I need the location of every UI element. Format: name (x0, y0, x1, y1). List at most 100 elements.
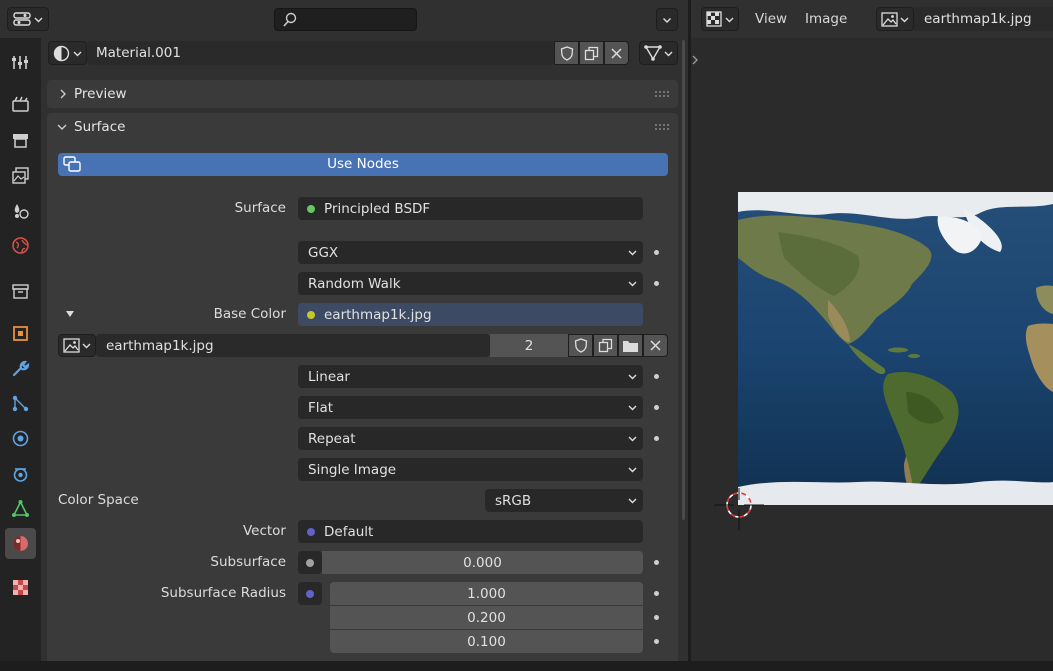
surface-shader-field[interactable]: Principled BSDF (298, 197, 643, 220)
subsurface-slider[interactable]: 0.000 (322, 551, 643, 574)
keyframe-dot-icon[interactable] (654, 560, 659, 565)
vector-value: Default (324, 523, 374, 540)
tab-object[interactable] (5, 318, 36, 349)
preview-panel-header[interactable]: Preview (47, 80, 678, 108)
image-icon (881, 11, 898, 27)
image-editor-header: View Image earthmap1k.jpg (691, 0, 1053, 38)
checker-image-icon (706, 11, 722, 27)
tab-data[interactable] (5, 493, 36, 524)
vector-field[interactable]: Default (298, 520, 643, 543)
properties-scrollbar[interactable] (682, 40, 685, 520)
material-browse-button[interactable] (48, 41, 87, 65)
subsurface-radius-z[interactable]: 0.100 (330, 630, 643, 653)
image-users-count[interactable]: 2 (490, 334, 568, 357)
tab-constraints[interactable] (5, 458, 36, 489)
keyframe-dot-icon[interactable] (654, 281, 659, 286)
color-space-dropdown[interactable]: sRGB (485, 489, 643, 512)
tab-view-layer[interactable] (5, 160, 36, 191)
image-editor-name-field[interactable]: earthmap1k.jpg (914, 7, 1053, 31)
options-dropdown-button[interactable] (656, 8, 678, 31)
use-nodes-button[interactable]: Use Nodes (58, 153, 668, 176)
chevron-down-icon (628, 467, 637, 473)
image-duplicate-button[interactable] (593, 334, 618, 357)
close-icon (650, 340, 661, 351)
image-open-button[interactable] (618, 334, 643, 357)
image-browse-button[interactable] (58, 334, 96, 357)
image-editor-type-button[interactable] (701, 7, 739, 31)
view-menu[interactable]: View (755, 11, 787, 27)
keyframe-dot-icon[interactable] (654, 615, 659, 620)
tab-collection[interactable] (5, 276, 36, 307)
chevron-down-icon (34, 17, 43, 22)
tab-output[interactable] (5, 125, 36, 156)
slot-link-button[interactable] (639, 41, 678, 65)
distribution-value: GGX (308, 244, 339, 261)
constraints-icon (13, 468, 28, 482)
chevron-down-icon (628, 374, 637, 380)
keyframe-dot-icon[interactable] (654, 436, 659, 441)
tab-scene[interactable] (5, 195, 36, 226)
texture-icon (13, 580, 28, 595)
tab-material[interactable] (5, 528, 36, 559)
search-input[interactable] (274, 8, 417, 31)
interpolation-value: Linear (308, 368, 350, 385)
tab-render[interactable] (5, 89, 36, 120)
image-canvas[interactable] (691, 38, 1053, 660)
view-layer-icon (12, 167, 29, 184)
projection-dropdown[interactable]: Flat (298, 396, 643, 419)
properties-header (0, 0, 688, 38)
image-users-value: 2 (524, 337, 534, 354)
surface-label: Surface (234, 200, 286, 216)
subsurface-socket-button[interactable] (298, 551, 322, 574)
keyframe-dot-icon[interactable] (654, 374, 659, 379)
unlink-material-button[interactable] (604, 41, 629, 65)
interpolation-dropdown[interactable]: Linear (298, 365, 643, 388)
tab-particles[interactable] (5, 388, 36, 419)
2d-cursor-icon[interactable] (714, 488, 764, 533)
keyframe-dot-icon[interactable] (654, 639, 659, 644)
subsurface-radius-x[interactable]: 1.000 (330, 582, 643, 605)
subsurface-method-dropdown[interactable]: Random Walk (298, 272, 643, 295)
keyframe-dot-icon[interactable] (654, 405, 659, 410)
distribution-dropdown[interactable]: GGX (298, 241, 643, 264)
image-fake-user-button[interactable] (568, 334, 593, 357)
color-space-label: Color Space (58, 492, 139, 508)
chevron-down-icon (73, 51, 82, 56)
tab-world[interactable] (5, 230, 36, 261)
base-color-field[interactable]: earthmap1k.jpg (298, 303, 643, 326)
chevron-right-icon[interactable] (691, 54, 699, 66)
tab-texture[interactable] (5, 572, 36, 603)
tab-physics[interactable] (5, 423, 36, 454)
expand-triangle-icon[interactable] (65, 309, 75, 319)
material-icon (13, 536, 28, 551)
extension-dropdown[interactable]: Repeat (298, 427, 643, 450)
editor-type-button[interactable] (7, 7, 49, 31)
shield-icon (560, 45, 573, 61)
image-editor: View Image earthmap1k.jpg (691, 0, 1053, 671)
image-source-dropdown[interactable]: Single Image (298, 458, 643, 481)
keyframe-dot-icon[interactable] (654, 250, 659, 255)
image-browse-button[interactable] (876, 7, 914, 31)
drag-grip-icon[interactable] (654, 123, 670, 131)
image-menu[interactable]: Image (805, 11, 847, 27)
tab-modifiers[interactable] (5, 353, 36, 384)
subsurface-radius-y[interactable]: 0.200 (330, 606, 643, 629)
subsurface-value: 0.000 (463, 554, 502, 571)
socket-green-icon (307, 204, 315, 213)
image-editor-image-name: earthmap1k.jpg (924, 11, 1032, 27)
duplicate-material-button[interactable] (579, 41, 604, 65)
material-name: Material.001 (96, 45, 181, 61)
image-unlink-button[interactable] (643, 334, 668, 357)
subsurface-radius-socket-button[interactable] (298, 582, 322, 605)
surface-panel-header[interactable]: Surface (47, 113, 678, 141)
image-name-field[interactable]: earthmap1k.jpg (96, 334, 490, 357)
material-name-field[interactable]: Material.001 (87, 41, 554, 65)
vector-label: Vector (242, 523, 286, 539)
fake-user-button[interactable] (554, 41, 579, 65)
tool-icon (12, 56, 28, 69)
drag-grip-icon[interactable] (654, 90, 670, 98)
properties-tab-bar (0, 38, 41, 671)
mesh-data-icon (12, 500, 29, 517)
keyframe-dot-icon[interactable] (654, 591, 659, 596)
tab-tool[interactable] (5, 47, 36, 78)
